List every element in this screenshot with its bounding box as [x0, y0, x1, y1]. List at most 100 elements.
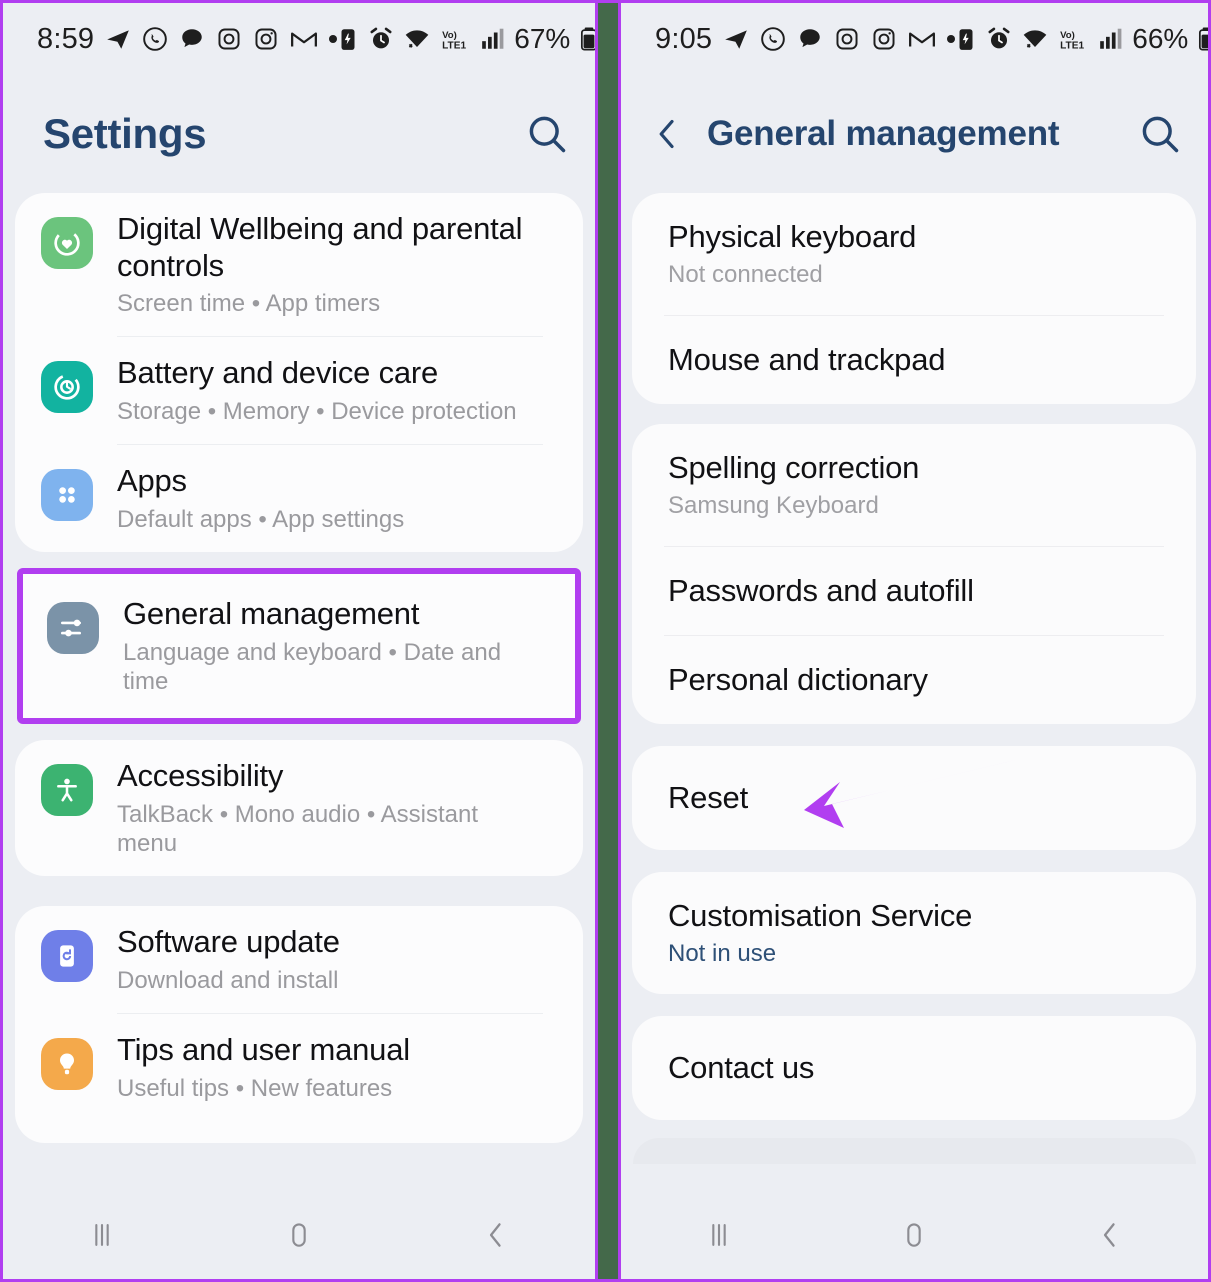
list-item-software-update[interactable]: Software update Download and install: [15, 906, 583, 1013]
recents-icon[interactable]: [85, 1218, 119, 1252]
list-item-title: General management: [123, 596, 420, 632]
list-item-subtitle: Not in use: [668, 940, 777, 967]
status-time: 9:05: [655, 22, 713, 55]
list-item-subtitle: Language and keyboard • Date and time: [123, 638, 502, 695]
battery-care-icon: [41, 361, 93, 414]
list-item-title: Passwords and autofill: [668, 573, 974, 608]
signal-icon: [1100, 28, 1122, 49]
list-item-tips-and-user-manual[interactable]: Tips and user manual Useful tips • New f…: [15, 1014, 583, 1121]
whatsapp-icon: [143, 27, 168, 51]
list-item-subtitle: Useful tips • New features: [117, 1074, 393, 1102]
list-item-passwords-and-autofill[interactable]: Passwords and autofill: [632, 547, 1196, 635]
list-item-customisation-service[interactable]: Customisation Service Not in use: [632, 872, 1196, 994]
back-icon[interactable]: [479, 1218, 513, 1252]
search-icon[interactable]: [525, 112, 569, 156]
apps-grid-icon: [41, 469, 93, 522]
battery-icon: [1199, 27, 1208, 51]
wifi-icon: [405, 30, 429, 48]
list-item-title: Accessibility: [117, 758, 284, 794]
volte-icon: Vo)LTE1: [1060, 30, 1084, 52]
battery-percent: 67%: [514, 23, 571, 54]
search-icon[interactable]: [1138, 112, 1182, 156]
list-item-title: Tips and user manual: [117, 1032, 410, 1068]
page-title: General management: [707, 114, 1060, 153]
status-time: 8:59: [37, 22, 95, 55]
settings-card: Digital Wellbeing and parental controls …: [15, 193, 583, 553]
right-status-bar: 9:05 Vo) LTE1 66%: [621, 3, 1208, 75]
list-item-title: Customisation Service: [668, 898, 973, 933]
instagram-icon: [836, 28, 858, 50]
list-item-physical-keyboard[interactable]: Physical keyboard Not connected: [632, 193, 1196, 315]
settings-card: Accessibility TalkBack • Mono audio • As…: [15, 740, 583, 877]
list-item-reset[interactable]: Reset: [632, 746, 1196, 850]
home-icon[interactable]: [897, 1218, 931, 1252]
telegram-icon: [107, 30, 130, 49]
dot-icon: [947, 35, 956, 43]
sliders-icon: [47, 602, 99, 655]
list-item-title: Apps: [117, 463, 187, 499]
list-item-title: Personal dictionary: [668, 662, 928, 697]
chevron-left-icon[interactable]: [647, 114, 687, 154]
next-card-peek: [633, 1138, 1196, 1164]
list-item-subtitle: TalkBack • Mono audio • Assistant menu: [117, 800, 478, 858]
highlight-annotation: General management Language and keyboard…: [15, 568, 583, 725]
software-update-icon: [41, 930, 93, 983]
signal-icon: [482, 28, 504, 49]
alarm-icon: [988, 27, 1010, 49]
battery-percent: 66%: [1132, 23, 1189, 54]
right-nav-bar: [621, 1191, 1208, 1279]
instagram-icon: [873, 28, 895, 50]
wellbeing-icon: [41, 217, 93, 269]
list-item-general-management[interactable]: General management Language and keyboard…: [23, 574, 575, 718]
list-item-title: Spelling correction: [668, 450, 920, 485]
settings-list[interactable]: Digital Wellbeing and parental controls …: [3, 193, 595, 1191]
right-phone-screen: 9:05 Vo) LTE1 66% General management Phy…: [621, 3, 1208, 1279]
recents-icon[interactable]: [702, 1218, 736, 1252]
list-item-subtitle: Default apps • App settings: [117, 505, 405, 533]
svg-text:LTE1: LTE1: [1060, 41, 1084, 52]
instagram-icon: [218, 28, 240, 50]
list-item-title: Reset: [668, 780, 748, 815]
list-item-battery-device-care[interactable]: Battery and device care Storage • Memory…: [15, 337, 583, 444]
list-item-subtitle: Storage • Memory • Device protection: [117, 398, 517, 425]
settings-card: Customisation Service Not in use: [632, 872, 1196, 994]
volte-icon: Vo)LTE1: [442, 30, 466, 52]
list-item-subtitle: Screen time • App timers: [117, 290, 381, 318]
battery-saver-icon: [959, 29, 973, 50]
back-icon[interactable]: [1093, 1218, 1127, 1252]
left-nav-bar: [3, 1191, 595, 1279]
highlight-box: General management Language and keyboard…: [17, 568, 581, 725]
page-title: Settings: [43, 110, 207, 157]
list-item-personal-dictionary[interactable]: Personal dictionary: [632, 636, 1196, 724]
list-item-apps[interactable]: Apps Default apps • App settings: [15, 445, 583, 552]
list-item-accessibility[interactable]: Accessibility TalkBack • Mono audio • As…: [15, 740, 583, 876]
panel-divider: [598, 3, 618, 1279]
whatsapp-icon: [761, 27, 786, 51]
alarm-icon: [370, 27, 392, 49]
list-item-spelling-correction[interactable]: Spelling correction Samsung Keyboard: [632, 424, 1196, 546]
accessibility-icon: [41, 764, 93, 817]
home-icon[interactable]: [282, 1218, 316, 1252]
settings-card: Reset: [632, 746, 1196, 850]
list-item-subtitle: Download and install: [117, 966, 339, 994]
gmail-icon: [291, 32, 318, 47]
list-item-contact-us[interactable]: Contact us: [632, 1016, 1196, 1120]
telegram-icon: [725, 30, 748, 49]
chat-bubble-icon: [182, 29, 202, 48]
list-item-title: Digital Wellbeing and parental controls: [117, 211, 523, 283]
left-status-bar: 8:59 Vo) LTE1 67%: [3, 3, 595, 75]
list-item-subtitle: Samsung Keyboard: [668, 492, 879, 519]
general-management-list[interactable]: Physical keyboard Not connected Mouse an…: [621, 193, 1208, 1191]
list-item-title: Battery and device care: [117, 355, 439, 391]
settings-card: Contact us: [632, 1016, 1196, 1120]
settings-card: Spelling correction Samsung Keyboard Pas…: [632, 424, 1196, 724]
wifi-icon: [1023, 30, 1047, 48]
annotated-screenshot-frame: 8:59 Vo) LTE1 67% Settings Digital Wellb…: [0, 0, 1211, 1282]
left-phone-screen: 8:59 Vo) LTE1 67% Settings Digital Wellb…: [3, 3, 595, 1279]
list-item-title: Software update: [117, 924, 340, 960]
settings-card: Physical keyboard Not connected Mouse an…: [632, 193, 1196, 404]
list-item-digital-wellbeing[interactable]: Digital Wellbeing and parental controls …: [15, 193, 583, 336]
battery-saver-icon: [341, 29, 355, 50]
list-item-mouse-and-trackpad[interactable]: Mouse and trackpad: [632, 316, 1196, 404]
settings-card: Software update Download and install Tip…: [15, 906, 583, 1144]
